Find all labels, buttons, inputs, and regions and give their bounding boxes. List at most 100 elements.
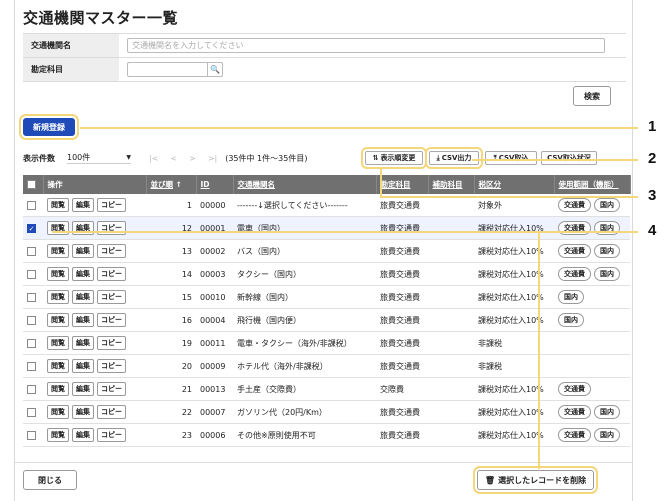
search-button[interactable]: 検索: [573, 86, 611, 106]
col-sub-subject[interactable]: 補助科目: [428, 175, 475, 194]
scope-badge: 交通費: [558, 244, 591, 258]
name-cell: 電車（国内）: [233, 216, 376, 240]
scope-cell: 国内: [554, 308, 630, 332]
delete-selected-button[interactable]: 🗑 選択したレコードを削除: [473, 466, 598, 494]
row-checkbox[interactable]: [27, 361, 36, 371]
sort-change-button[interactable]: ⇅ 表示順変更: [361, 147, 427, 169]
copy-button[interactable]: コピー: [97, 428, 126, 442]
col-subject[interactable]: 勘定科目: [376, 175, 429, 194]
copy-button[interactable]: コピー: [97, 244, 126, 258]
last-page-button[interactable]: >|: [208, 154, 217, 163]
row-checkbox[interactable]: [27, 338, 36, 348]
row-checkbox[interactable]: [27, 269, 36, 279]
next-page-button[interactable]: >: [189, 154, 196, 163]
sub-subject-cell: [428, 239, 474, 263]
view-button[interactable]: 閲覧: [47, 198, 69, 212]
tax-cell: 課税対応仕入10%: [474, 285, 554, 309]
id-cell: 00002: [196, 239, 233, 263]
scope-badge: 交通費: [558, 198, 591, 212]
callout-line-3: [380, 196, 638, 198]
tax-cell: 課税対応仕入10%: [474, 377, 554, 401]
csv-import-button[interactable]: ⤒ CSV取込: [485, 151, 537, 165]
subject-cell: 旅費交通費: [376, 239, 428, 263]
scope-badge: 国内: [594, 267, 620, 281]
select-all-checkbox[interactable]: [27, 180, 36, 190]
order-cell: 14: [146, 262, 196, 286]
copy-button[interactable]: コピー: [97, 267, 126, 281]
view-button[interactable]: 閲覧: [47, 267, 69, 281]
view-button[interactable]: 閲覧: [47, 336, 69, 350]
edit-button[interactable]: 編集: [72, 405, 94, 419]
scope-badge: 国内: [594, 244, 620, 258]
name-cell: ガソリン代（20円/Km）: [233, 400, 376, 424]
tax-cell: 課税対応仕入10%: [474, 262, 554, 286]
copy-button[interactable]: コピー: [97, 359, 126, 373]
copy-button[interactable]: コピー: [97, 336, 126, 350]
page-title: 交通機関マスター一覧: [23, 9, 179, 27]
view-button[interactable]: 閲覧: [47, 382, 69, 396]
copy-button[interactable]: コピー: [97, 198, 126, 212]
row-checkbox[interactable]: [27, 246, 36, 256]
id-cell: 00000: [196, 194, 233, 217]
callout-vline-delete: [538, 233, 540, 469]
subject-cell: 交際費: [376, 377, 428, 401]
row-checkbox[interactable]: [27, 200, 36, 210]
edit-button[interactable]: 編集: [72, 267, 94, 281]
view-button[interactable]: 閲覧: [47, 428, 69, 442]
order-cell: 19: [146, 331, 196, 355]
subject-cell: 旅費交通費: [376, 216, 428, 240]
edit-button[interactable]: 編集: [72, 359, 94, 373]
scope-cell: 交通費 国内: [554, 239, 630, 263]
new-register-button[interactable]: 新規登録: [19, 114, 79, 140]
copy-button[interactable]: コピー: [97, 313, 126, 327]
edit-button[interactable]: 編集: [72, 290, 94, 304]
copy-button[interactable]: コピー: [97, 405, 126, 419]
edit-button[interactable]: 編集: [72, 244, 94, 258]
name-cell: 手土産（交際費）: [233, 377, 376, 401]
col-tax[interactable]: 税区分: [474, 175, 555, 194]
copy-button[interactable]: コピー: [97, 382, 126, 396]
view-button[interactable]: 閲覧: [47, 359, 69, 373]
scope-cell: 交通費 国内: [554, 400, 630, 424]
view-button[interactable]: 閲覧: [47, 290, 69, 304]
col-id[interactable]: ID: [196, 175, 234, 194]
name-cell: タクシー（国内）: [233, 262, 376, 286]
edit-button[interactable]: 編集: [72, 428, 94, 442]
row-checkbox[interactable]: [27, 292, 36, 302]
row-checkbox[interactable]: [27, 407, 36, 417]
scope-cell: 交通費 国内: [554, 423, 630, 447]
row-checkbox[interactable]: [27, 384, 36, 394]
row-checkbox[interactable]: ✓: [27, 223, 36, 233]
callout-vline-3: [380, 168, 382, 196]
view-button[interactable]: 閲覧: [47, 313, 69, 327]
csv-status-button[interactable]: CSV取込状況: [541, 151, 597, 165]
tax-cell: 課税対応仕入10%: [474, 400, 554, 424]
sort-icon: ⇅: [372, 154, 379, 162]
id-cell: 00007: [196, 400, 233, 424]
sub-subject-cell: [428, 216, 474, 240]
tax-cell: 課税対応仕入10%: [474, 308, 554, 332]
scope-badge: 国内: [594, 405, 620, 419]
search-icon[interactable]: 🔍: [207, 62, 223, 77]
edit-button[interactable]: 編集: [72, 313, 94, 327]
count-select[interactable]: 100件 ▼: [67, 152, 131, 164]
close-button[interactable]: 閉じる: [23, 470, 77, 490]
csv-export-button[interactable]: ⤓ CSV出力: [425, 147, 483, 169]
first-page-button[interactable]: |<: [149, 154, 158, 163]
copy-button[interactable]: コピー: [97, 290, 126, 304]
subject-input[interactable]: [127, 62, 207, 77]
prev-page-button[interactable]: <: [170, 154, 177, 163]
name-search-input[interactable]: 交通機関名を入力してください: [127, 38, 605, 53]
edit-button[interactable]: 編集: [72, 382, 94, 396]
edit-button[interactable]: 編集: [72, 336, 94, 350]
edit-button[interactable]: 編集: [72, 198, 94, 212]
view-button[interactable]: 閲覧: [47, 244, 69, 258]
col-scope[interactable]: 使用範囲（機能）: [554, 175, 631, 194]
row-checkbox[interactable]: [27, 315, 36, 325]
row-checkbox[interactable]: [27, 430, 36, 440]
col-name[interactable]: 交通機関名: [233, 175, 377, 194]
sub-subject-cell: [428, 400, 474, 424]
order-cell: 1: [146, 194, 196, 217]
col-order[interactable]: 並び順 ↑: [146, 175, 197, 194]
view-button[interactable]: 閲覧: [47, 405, 69, 419]
